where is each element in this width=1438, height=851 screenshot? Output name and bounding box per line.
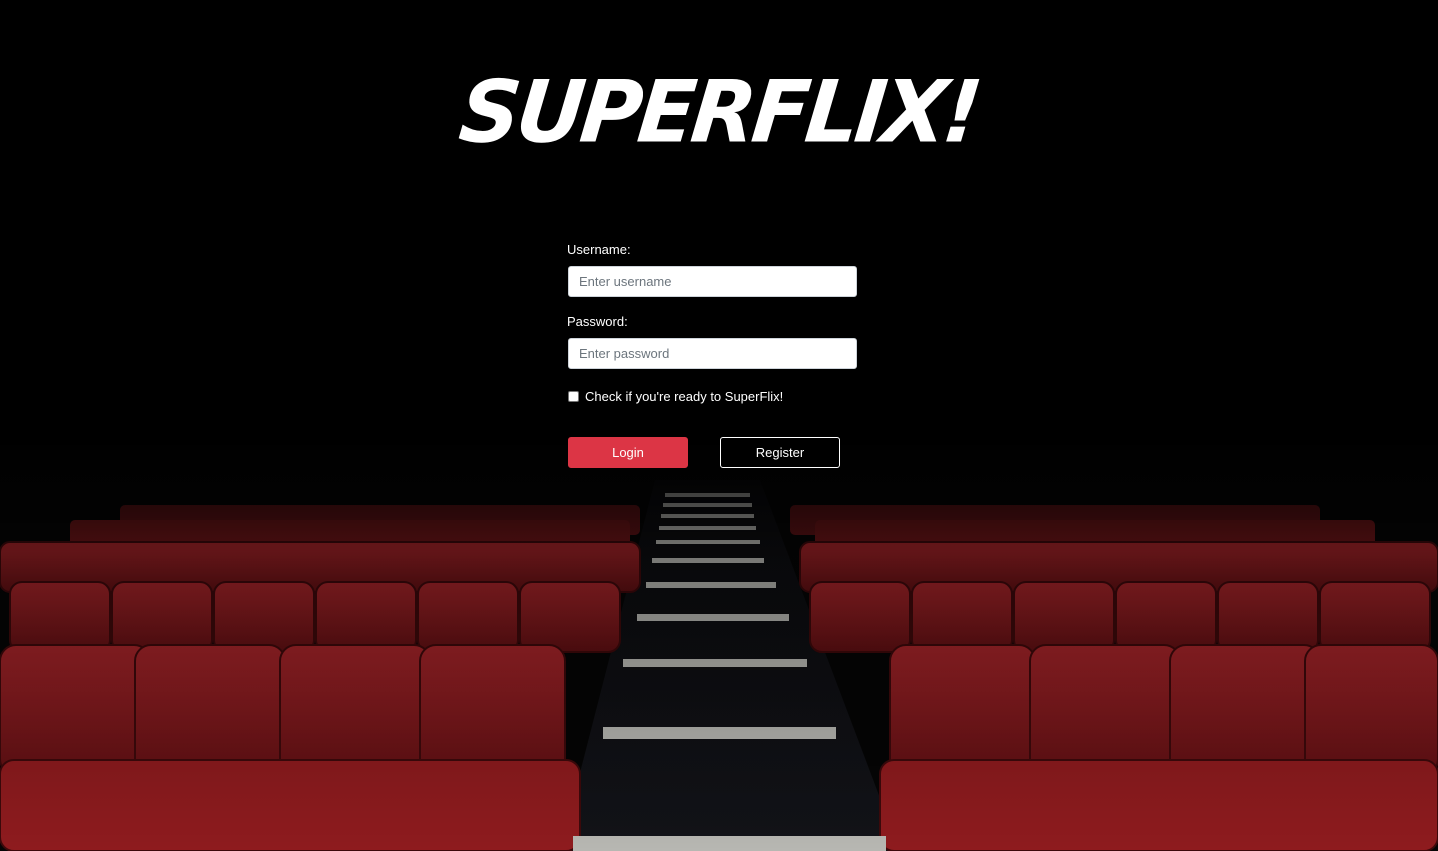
- password-input[interactable]: [568, 338, 857, 369]
- superflix-logo: SUPERFLIX!: [455, 62, 983, 162]
- ready-checkbox[interactable]: [568, 390, 579, 402]
- ready-checkbox-label: Check if you're ready to SuperFlix!: [585, 388, 784, 404]
- register-button[interactable]: Register: [720, 437, 840, 468]
- login-button[interactable]: Login: [568, 437, 688, 468]
- username-label: Username:: [567, 242, 631, 257]
- login-page: SUPERFLIX! Username: Password: Check if …: [0, 0, 1438, 851]
- ready-checkbox-row: Check if you're ready to SuperFlix!: [567, 386, 857, 406]
- login-form: Username: Password: Check if you're read…: [567, 240, 857, 468]
- password-label: Password:: [567, 314, 628, 329]
- form-actions: Login Register: [567, 437, 857, 468]
- username-input[interactable]: [568, 266, 857, 297]
